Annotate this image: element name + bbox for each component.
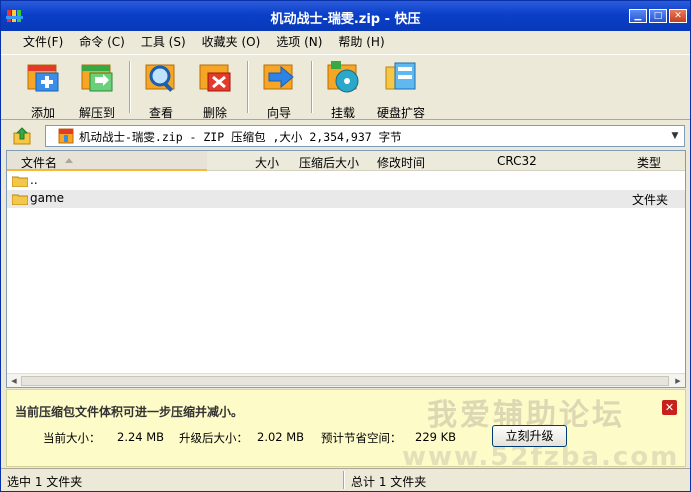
savings-value: 229 KB [415,430,457,444]
toolbar-separator [311,61,313,113]
upgrade-now-button[interactable]: 立刻升级 [492,425,567,447]
savings-label: 预计节省空间： [321,431,402,445]
toolbar-separator [129,61,131,113]
folder-icon [12,176,28,187]
add-button[interactable]: 添加 [17,59,69,120]
column-crc32[interactable]: CRC32 [497,154,537,168]
disk-expand-button[interactable]: 硬盘扩容 [373,59,429,120]
column-name[interactable]: 文件名 [21,154,57,171]
view-magnifier-icon [145,64,175,92]
delete-icon [199,64,231,92]
row-type: 文件夹 [631,193,668,207]
add-label: 添加 [30,106,55,120]
column-size[interactable]: 大小 [255,154,279,171]
mount-button[interactable]: 挂载 [317,59,369,120]
view-label: 查看 [148,106,173,120]
wizard-label: 向导 [266,106,291,120]
table-row[interactable]: game 文件夹 [7,190,685,208]
folder-icon [12,194,28,205]
delete-label: 删除 [202,106,227,120]
column-packed-size[interactable]: 压缩后大小 [299,154,359,171]
column-type[interactable]: 类型 [637,154,661,171]
row-name: .. [30,173,38,187]
current-size-label: 当前大小： [43,431,101,445]
upgraded-size-value: 2.02 MB [257,430,305,444]
address-field[interactable]: 机动战士-瑞雯.zip - ZIP 压缩包 ,大小 2,354,937 字节 ▼ [45,125,685,147]
horizontal-scrollbar[interactable]: ◀ ▶ [7,373,685,387]
status-divider [343,471,345,489]
file-list: 文件名 大小 压缩后大小 修改时间 CRC32 类型 .. game 文件夹 ◀… [6,150,686,388]
chevron-down-icon[interactable]: ▼ [668,128,682,144]
address-text: 机动战士-瑞雯.zip - ZIP 压缩包 ,大小 2,354,937 字节 [79,130,402,144]
menu-bar: 文件(F) 命令 (C) 工具 (S) 收藏夹 (O) 选项 (N) 帮助 (H… [1,31,690,53]
mount-disc-icon [327,61,359,93]
disk-expand-icon [385,62,416,90]
notice-close-icon[interactable]: ✕ [662,400,677,415]
view-button[interactable]: 查看 [135,59,187,120]
status-total: 总计 1 文件夹 [351,475,427,489]
scrollbar-thumb[interactable] [21,376,669,386]
menu-favorites[interactable]: 收藏夹 (O) [194,31,269,53]
status-selected: 选中 1 文件夹 [7,475,83,489]
up-folder-icon[interactable] [11,126,35,146]
scroll-right-icon[interactable]: ▶ [672,375,684,387]
toolbar: 添加 解压到 查看 删除 向导 挂载 硬盘扩容 [1,54,690,120]
window-title: 机动战士-瑞雯.zip - 快压 [270,12,421,27]
menu-options[interactable]: 选项 (N) [268,31,330,53]
delete-button[interactable]: 删除 [189,59,241,120]
upgraded-size-label: 升级后大小： [179,431,248,445]
title-bar: 机动战士-瑞雯.zip - 快压 ▁ □ ✕ [1,1,690,31]
column-modified[interactable]: 修改时间 [377,154,425,171]
status-bar: 选中 1 文件夹 总计 1 文件夹 [1,468,690,491]
mount-label: 挂载 [330,106,355,120]
wizard-arrow-icon [263,64,294,90]
close-button[interactable]: ✕ [669,9,687,23]
table-row[interactable]: .. [7,172,685,190]
compression-notice: 我爱辅助论坛 www.52fzba.com 当前压缩包文件体积可进一步压缩并减小… [6,389,686,472]
current-size-value: 2.24 MB [117,430,165,444]
minimize-button[interactable]: ▁ [629,9,647,23]
toolbar-separator [247,61,249,113]
extract-button[interactable]: 解压到 [71,59,123,120]
notice-message: 当前压缩包文件体积可进一步压缩并减小。 [15,405,244,419]
zip-archive-icon [58,128,74,144]
menu-tools[interactable]: 工具 (S) [133,31,194,53]
menu-help[interactable]: 帮助 (H) [330,31,392,53]
row-name: game [30,191,65,205]
maximize-button[interactable]: □ [649,9,667,23]
menu-command[interactable]: 命令 (C) [71,31,133,53]
app-window: 机动战士-瑞雯.zip - 快压 ▁ □ ✕ 文件(F) 命令 (C) 工具 (… [0,0,691,492]
menu-file[interactable]: 文件(F) [15,31,71,53]
address-bar: 机动战士-瑞雯.zip - ZIP 压缩包 ,大小 2,354,937 字节 ▼ [1,122,690,150]
disk-expand-label: 硬盘扩容 [376,106,425,120]
add-icon [27,64,59,92]
list-header: 文件名 大小 压缩后大小 修改时间 CRC32 类型 [7,151,685,171]
extract-icon [81,64,113,92]
wizard-button[interactable]: 向导 [253,59,305,120]
extract-label: 解压到 [78,106,115,120]
sort-ascending-icon [65,158,73,163]
scroll-left-icon[interactable]: ◀ [8,375,20,387]
